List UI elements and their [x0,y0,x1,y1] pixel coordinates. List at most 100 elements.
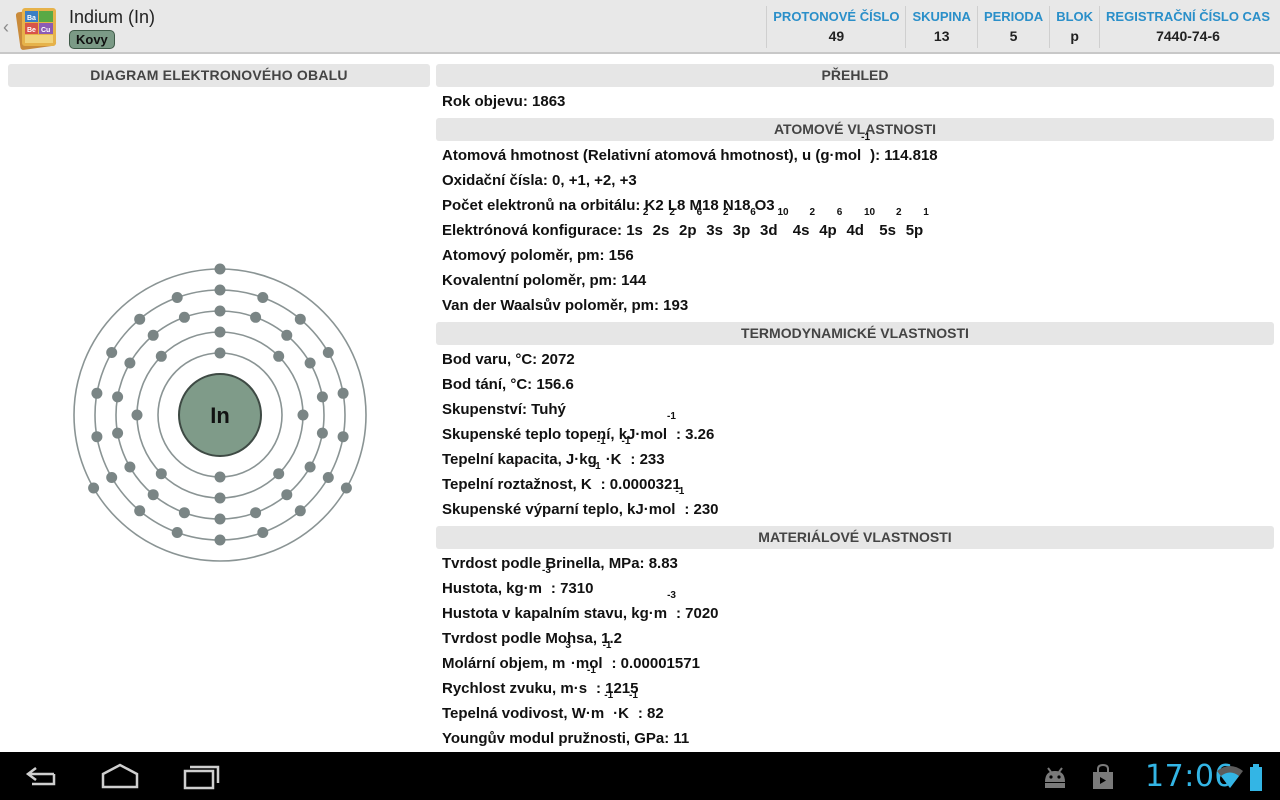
electron [178,507,190,519]
stat-value: 5 [1009,28,1018,44]
element-title: Indium (In) [69,7,156,27]
superscript: -1 [861,132,871,143]
property-row: Tvrdost podle Mohsa, 1.2 [442,630,623,647]
electron [322,472,334,483]
property-row: Bod tání, °C: 156.6 [442,376,574,393]
icon-letter: Ba [27,15,36,22]
property-row: Hustota v kapalním stavu, kg·m-3: 7020 [442,590,719,623]
property-row: Oxidační čísla: 0, +1, +2, +3 [442,172,637,189]
superscript: -1 [602,640,612,651]
electron [273,468,285,480]
back-icon[interactable] [20,760,60,794]
action-bar: ‹ Ba Be Cu Indium (In) Kovy PROTONOVÉ ČÍ… [0,0,1280,54]
property-row: Tepelná vodivost, W·m-1·K-1: 82 [442,690,664,723]
superscript: 2 [642,207,649,218]
electron [155,468,167,480]
electron [134,505,146,517]
property-row: Počet elektronů na orbitálu: K2 L8 M18 N… [442,197,775,214]
category-badge: Kovy [69,30,115,49]
battery-icon [1250,764,1262,791]
stat-cas-number: REGISTRAČNÍ ČÍSLO CAS 7440-74-6 [1099,6,1276,48]
electron [112,391,124,403]
electron [316,427,328,439]
superscript: -1 [621,436,631,447]
properties-panel[interactable]: PŘEHLED Rok objevu: 1863 ATOMOVÉ VLASTNOST… [436,64,1274,752]
superscript: -1 [596,436,606,447]
home-icon[interactable] [100,760,140,794]
electron [250,507,262,519]
electron [88,482,100,494]
electron [178,311,190,323]
property-row: Tepelní roztažnost, K-1: 0.0000321 [442,461,681,494]
icon-letter: Cu [41,27,50,34]
section-header: TERMODYNAMICKÉ VLASTNOSTI [436,322,1274,345]
stat-value: 49 [828,28,845,44]
stat-proton-number: PROTONOVÉ ČÍSLO 49 [766,6,905,48]
electron [106,472,118,483]
superscript: 10 [777,207,789,218]
recent-apps-icon[interactable] [182,760,222,794]
element-stats: PROTONOVÉ ČÍSLO 49 SKUPINA 13 PERIODA 5 … [766,6,1276,48]
property-row: Bod varu, °C: 2072 [442,351,575,368]
superscript: 2 [809,207,816,218]
app-screen: ‹ Ba Be Cu Indium (In) Kovy PROTONOVÉ ČÍ… [0,0,1280,800]
stat-label: BLOK [1056,9,1094,24]
android-debug-icon [1045,767,1065,788]
electron [124,461,136,473]
superscript: 6 [836,207,843,218]
electron [131,409,143,421]
electron [214,326,226,338]
stat-label: PERIODA [983,9,1044,24]
property-row: Rok objevu: 1863 [442,93,566,110]
superscript: 6 [750,207,756,218]
electron [294,313,306,325]
electron [281,329,293,341]
electron [155,350,167,362]
wifi-icon [1217,766,1243,788]
superscript: 2 [669,207,675,218]
superscript: 3 [565,640,571,651]
electron [214,471,226,483]
superscript: -3 [542,565,551,576]
electron [250,311,262,323]
shop-bag-icon [1093,763,1113,789]
section-header: MATERIÁLOVÉ VLASTNOSTI [436,526,1274,549]
up-caret-icon[interactable]: ‹ [3,17,9,38]
electron [106,347,118,358]
periodic-table-app-icon[interactable]: Ba Be Cu [16,4,60,50]
electron [171,527,183,538]
electron [112,427,124,439]
electron [214,263,226,275]
electron [134,313,146,325]
property-row: Tvrdost podle Brinella, MPa: 8.83 [442,555,678,572]
electron [171,292,183,303]
superscript: 10 [863,207,876,218]
superscript: 2 [895,207,902,218]
system-nav-bar: 17:06 [0,752,1280,800]
property-row: Rychlost zvuku, m·s-1: 1215 [442,665,639,698]
electron [147,329,159,341]
property-row: Van der Waalsův poloměr, pm: 193 [442,297,689,314]
stat-group: SKUPINA 13 [905,6,977,48]
electron [297,409,309,421]
superscript: 6 [696,207,703,218]
superscript: -3 [667,590,676,601]
element-symbol: In [210,403,230,428]
electron [214,284,226,296]
electron [304,357,316,369]
property-row: Molární objem, m3·mol-1: 0.00001571 [442,640,700,673]
stat-label: PROTONOVÉ ČÍSLO [773,9,900,24]
property-row: Skupenství: Tuhý [442,401,566,418]
electron [337,431,349,443]
section-header: PŘEHLED [436,64,1274,87]
superscript: -1 [591,461,601,472]
electron [337,387,349,399]
electron [124,357,136,369]
property-row: Elektrónová konfigurace: 1s2 2s2 2p6 3s2… [442,207,929,240]
property-row: Tepelní kapacita, J·kg-1·K-1: 233 [442,436,665,469]
electron [322,347,334,358]
superscript: -1 [667,411,676,422]
electron [91,431,103,443]
electron [214,534,226,546]
stat-value: 7440-74-6 [1156,28,1220,44]
